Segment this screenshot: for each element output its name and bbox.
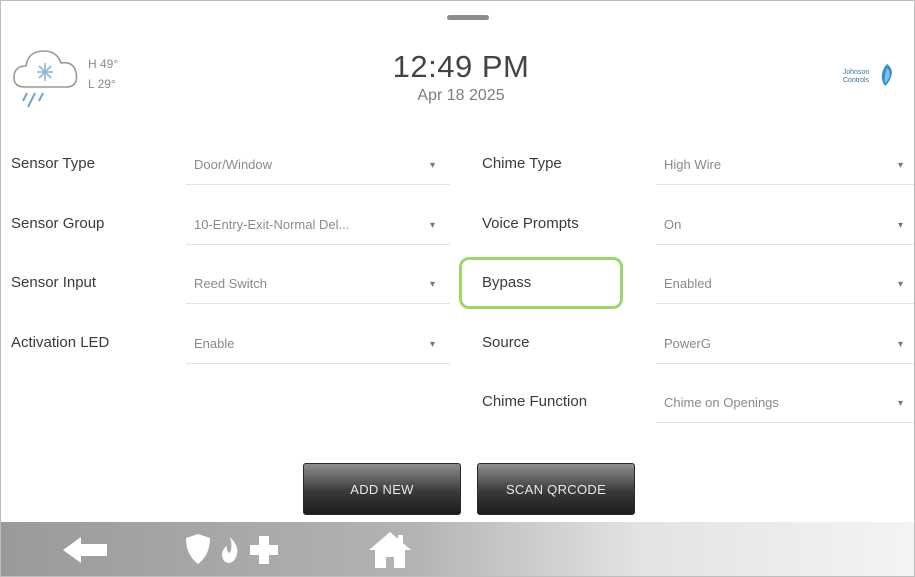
brand-logo: Johnson Controls [829,63,893,91]
label-chime-type: Chime Type [482,155,562,172]
label-activation-led: Activation LED [11,334,110,351]
source-value: PowerG [664,336,711,351]
back-arrow-icon[interactable] [61,534,109,566]
label-sensor-input: Sensor Input [11,274,97,291]
bypass-dropdown[interactable]: Enabled ▾ [656,259,914,304]
label-sensor-type: Sensor Type [11,155,95,172]
johnson-controls-logo-icon [881,64,892,86]
sensor-group-value: 10-Entry-Exit-Normal Del... [194,217,350,232]
fire-icon[interactable] [219,536,241,564]
sensor-input-value: Reed Switch [194,276,267,291]
voice-prompts-value: On [664,217,682,232]
label-sensor-group: Sensor Group [11,215,105,232]
chevron-down-icon: ▾ [430,339,436,350]
chevron-down-icon: ▾ [898,398,904,409]
chime-type-value: High Wire [664,157,722,172]
chevron-down-icon: ▾ [898,279,904,290]
sensor-input-dropdown[interactable]: Reed Switch ▾ [186,259,450,304]
activation-led-dropdown[interactable]: Enable ▾ [186,319,450,364]
bypass-highlight [459,257,623,309]
chevron-down-icon: ▾ [430,160,436,171]
bypass-value: Enabled [664,276,712,291]
chevron-down-icon: ▾ [898,160,904,171]
label-source: Source [482,334,530,351]
clock: 12:49 PM Apr 18 2025 [321,49,601,105]
scan-qrcode-button[interactable]: SCAN QRCODE [477,463,635,515]
weather-widget[interactable]: H 49° L 29° [11,41,161,111]
panel-screen: H 49° L 29° 12:49 PM Apr 18 2025 Johnson… [0,0,915,577]
add-new-button[interactable]: ADD NEW [303,463,461,515]
voice-prompts-dropdown[interactable]: On ▾ [656,200,914,245]
chime-type-dropdown[interactable]: High Wire ▾ [656,140,914,185]
bottom-nav-bar [1,522,914,576]
current-date: Apr 18 2025 [417,87,505,104]
chevron-down-icon: ▾ [898,339,904,350]
home-icon[interactable] [367,530,413,570]
shield-icon[interactable] [185,533,211,565]
sensor-group-dropdown[interactable]: 10-Entry-Exit-Normal Del... ▾ [186,200,450,245]
label-voice-prompts: Voice Prompts [482,215,579,232]
brand-logo-text: Johnson Controls [842,69,870,84]
chevron-down-icon: ▾ [430,279,436,290]
sensor-type-value: Door/Window [194,157,273,172]
chevron-down-icon: ▾ [430,220,436,231]
pull-down-handle[interactable] [447,15,489,20]
chevron-down-icon: ▾ [898,220,904,231]
current-time: 12:49 PM [392,49,530,84]
sensor-type-dropdown[interactable]: Door/Window ▾ [186,140,450,185]
snow-rain-cloud-icon [13,50,78,108]
high-temperature: H 49° [88,57,119,71]
low-temperature: L 29° [88,77,116,91]
chime-function-value: Chime on Openings [664,395,779,410]
chime-function-dropdown[interactable]: Chime on Openings ▾ [656,378,914,423]
source-dropdown[interactable]: PowerG ▾ [656,319,914,364]
label-chime-function: Chime Function [482,393,588,410]
medical-cross-icon[interactable] [249,535,279,565]
activation-led-value: Enable [194,336,235,351]
